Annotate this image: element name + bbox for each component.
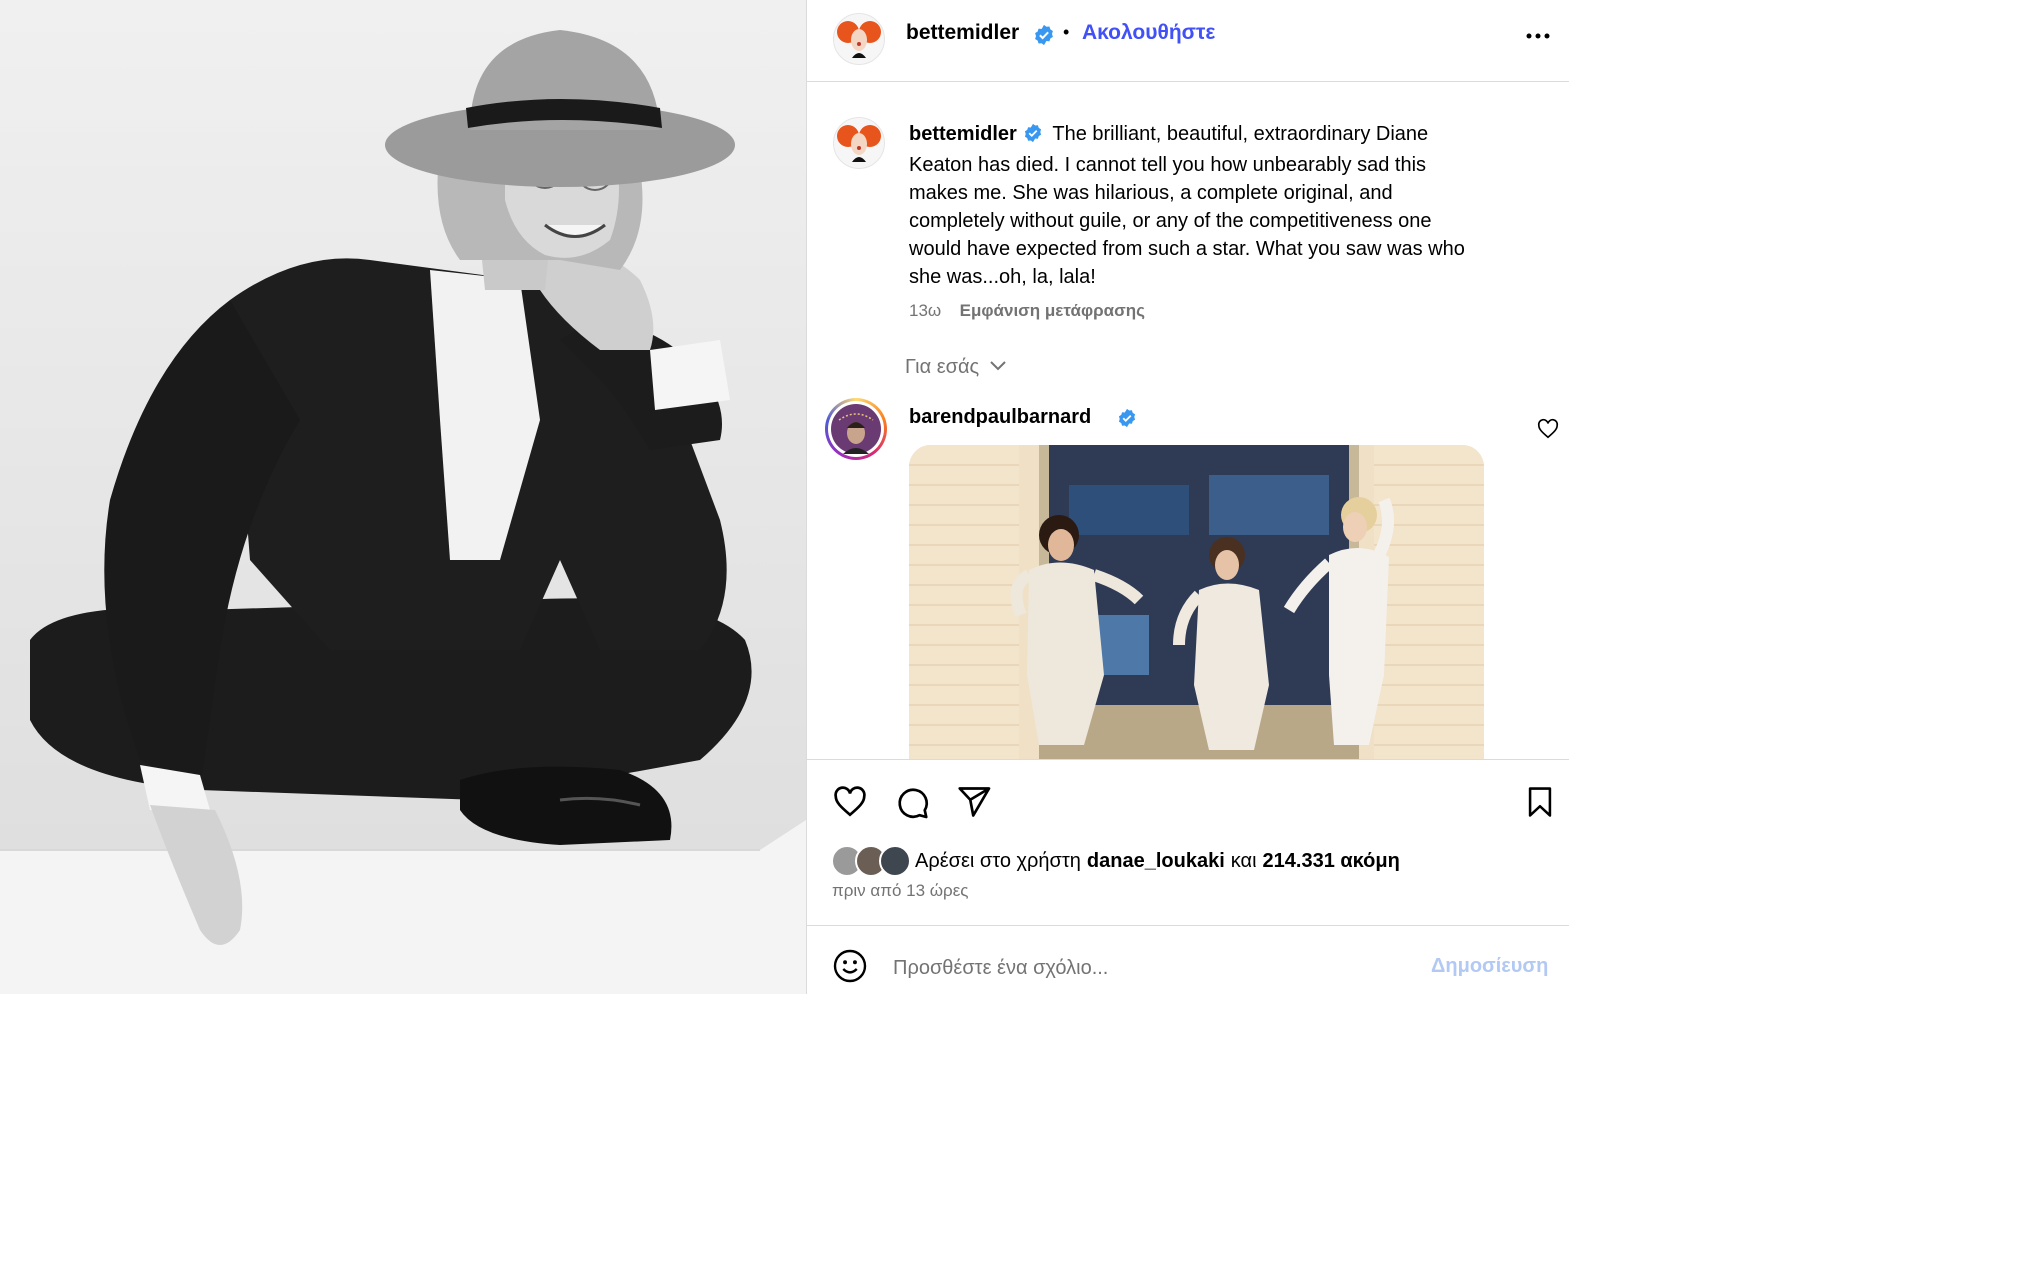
- bette-avatar-illustration: [837, 125, 881, 162]
- emoji-icon[interactable]: [832, 948, 868, 984]
- author-avatar[interactable]: [833, 13, 885, 65]
- likes-row: Αρέσει στο χρήστη danae_loukaki και 214.…: [831, 845, 1400, 877]
- liker-avatar: [879, 845, 911, 877]
- comment-box-divider: [807, 925, 1569, 926]
- caption-time[interactable]: 13ω: [909, 301, 941, 320]
- header-separator-dot: •: [1063, 22, 1070, 42]
- heart-icon[interactable]: [832, 784, 868, 820]
- likes-and: και: [1230, 849, 1257, 872]
- commenter-username[interactable]: barendpaulbarnard: [909, 406, 1091, 429]
- caption-line-4: completely without guile, or any of the …: [909, 210, 1432, 232]
- likes-count-link[interactable]: 214.331 ακόμη: [1263, 850, 1400, 873]
- chevron-down-icon: [989, 359, 1007, 377]
- likes-user-link[interactable]: danae_loukaki: [1087, 850, 1225, 873]
- comment-gif[interactable]: [909, 445, 1484, 759]
- post-details-panel: bettemidler • Ακολουθήστε bettemidler Th…: [806, 0, 1569, 994]
- author-username[interactable]: bettemidler: [906, 21, 1019, 45]
- verified-badge-icon: [1033, 24, 1055, 51]
- share-icon[interactable]: [956, 784, 992, 820]
- caption-line-2: Keaton has died. I cannot tell you how u…: [909, 154, 1427, 176]
- post-timestamp[interactable]: πριν από 13 ώρες: [832, 881, 968, 901]
- caption-line-1: The brilliant, beautiful, extraordinary …: [1052, 123, 1429, 145]
- for-you-dropdown[interactable]: Για εσάς: [905, 356, 1007, 379]
- post-comment-button[interactable]: Δημοσίευση: [1431, 955, 1548, 978]
- verified-badge-icon: [1117, 408, 1137, 433]
- verified-badge-icon: [1023, 123, 1043, 151]
- post-photo-image: [0, 0, 806, 994]
- add-comment-input[interactable]: [891, 950, 1415, 986]
- post-header: bettemidler • Ακολουθήστε: [807, 0, 1569, 82]
- for-you-label: Για εσάς: [905, 356, 980, 378]
- caption-line-6: she was...oh, la, lala!: [909, 266, 1096, 288]
- gif-dancing-women: [909, 445, 1484, 759]
- bette-avatar-illustration: [837, 21, 881, 58]
- see-translation-link[interactable]: Εμφάνιση μετάφρασης: [960, 301, 1145, 320]
- commenter-avatar[interactable]: [825, 398, 887, 460]
- actions-divider: [807, 759, 1569, 760]
- bookmark-icon[interactable]: [1523, 784, 1557, 820]
- likes-prefix: Αρέσει στο χρήστη: [915, 849, 1081, 872]
- more-options-icon[interactable]: [1525, 28, 1551, 54]
- liker-avatars[interactable]: [831, 845, 911, 877]
- post-photo: [0, 0, 806, 994]
- follow-button[interactable]: Ακολουθήστε: [1082, 21, 1215, 45]
- caption-text-block: bettemidler The brilliant, beautiful, ex…: [909, 120, 1549, 321]
- caption-line-3: makes me. She was hilarious, a complete …: [909, 182, 1393, 204]
- comment-icon[interactable]: [894, 784, 930, 820]
- caption-avatar[interactable]: [833, 117, 885, 169]
- caption-line-5: would have expected from such a star. Wh…: [909, 238, 1465, 260]
- comment-like-heart-icon[interactable]: [1537, 418, 1559, 440]
- caption-username[interactable]: bettemidler: [909, 123, 1017, 145]
